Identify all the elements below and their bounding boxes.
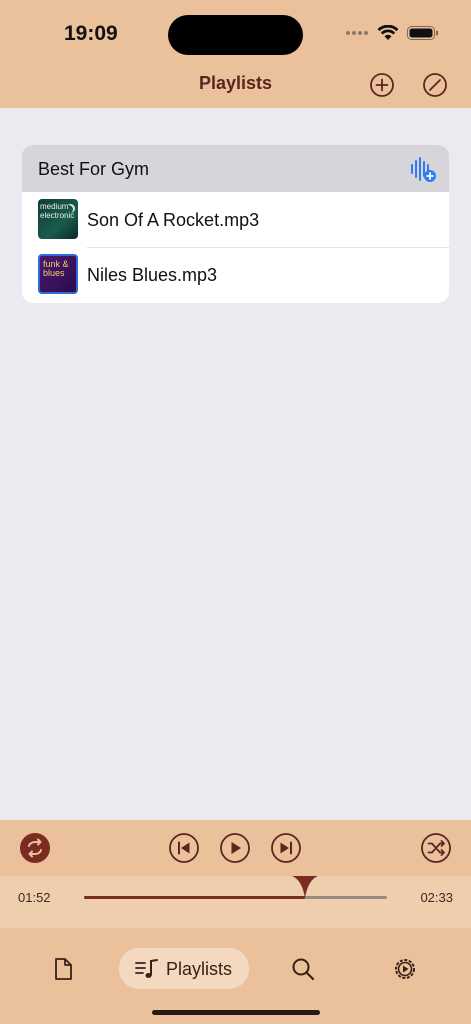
playlist-card: Best For Gym medium electronic Son Of A …	[22, 145, 449, 303]
tab-playlists[interactable]: Playlists	[119, 948, 249, 989]
album-art: medium electronic	[38, 199, 78, 239]
album-art: funk & blues	[38, 254, 78, 294]
settings-tab-icon[interactable]	[392, 956, 418, 982]
status-time: 19:09	[64, 22, 118, 45]
dynamic-island	[168, 15, 303, 55]
next-button[interactable]	[270, 832, 302, 864]
wifi-icon	[377, 25, 399, 40]
moon-icon	[64, 205, 73, 214]
add-audio-icon[interactable]	[409, 155, 437, 183]
search-tab-icon[interactable]	[290, 956, 316, 982]
status-icons	[345, 25, 439, 41]
tab-playlists-label: Playlists	[166, 959, 233, 979]
files-tab-icon[interactable]	[50, 956, 76, 982]
signal-icon	[346, 31, 368, 35]
home-indicator	[152, 1010, 320, 1015]
add-playlist-button[interactable]	[369, 72, 395, 98]
playlist-name: Best For Gym	[38, 159, 150, 179]
page-title: Playlists	[198, 73, 273, 93]
shuffle-button[interactable]	[420, 832, 452, 864]
track-row[interactable]: medium electronic Son Of A Rocket.mp3	[22, 192, 449, 247]
playlist-header[interactable]: Best For Gym	[22, 145, 449, 192]
top-bar: 19:09 Playlists	[0, 0, 471, 108]
tab-bar: Playlists	[0, 928, 471, 1024]
progress-track[interactable]	[84, 876, 387, 899]
track-row[interactable]: funk & blues Niles Blues.mp3	[22, 247, 449, 302]
previous-button[interactable]	[168, 832, 200, 864]
mini-player: 01:52 02:33	[0, 820, 471, 928]
track-name: Niles Blues.mp3	[87, 265, 218, 285]
play-button[interactable]	[219, 832, 251, 864]
battery-icon	[407, 26, 438, 40]
playhead-icon[interactable]	[292, 876, 319, 898]
elapsed-time: 01:52	[18, 890, 51, 905]
playlist-icon	[135, 959, 158, 978]
progress-area: 01:52 02:33	[0, 876, 471, 928]
track-name: Son Of A Rocket.mp3	[87, 210, 260, 230]
progress-fill	[84, 896, 306, 899]
player-controls	[0, 820, 471, 876]
edit-button[interactable]	[422, 72, 448, 98]
repeat-button[interactable]	[19, 832, 51, 864]
duration-time: 02:33	[420, 890, 453, 905]
album-art-text: funk & blues	[43, 259, 69, 278]
